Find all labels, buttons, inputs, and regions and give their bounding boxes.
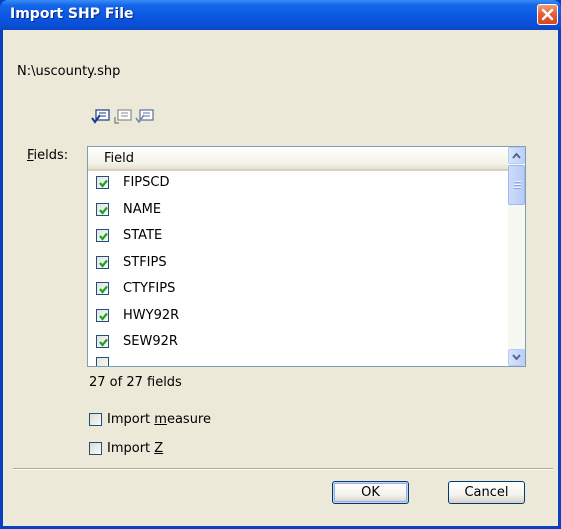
field-name: FIPSCD — [123, 175, 170, 190]
check-icon — [99, 206, 108, 215]
import-shp-dialog: Import SHP File N:\uscounty.shp Fields: … — [0, 0, 561, 529]
separator — [13, 468, 553, 470]
import-z-label: Import Z — [107, 441, 164, 456]
field-name: STFIPS — [123, 254, 167, 270]
list-item[interactable]: STATE — [88, 224, 508, 251]
list-item[interactable]: HWY92R — [88, 304, 508, 331]
list-item-partial[interactable] — [88, 357, 508, 366]
field-name: SEW92R — [123, 334, 178, 349]
toggle-checks-icon[interactable] — [135, 108, 155, 126]
field-name: STATE — [123, 228, 163, 243]
list-item[interactable]: STFIPS — [88, 251, 508, 278]
field-checkbox[interactable] — [96, 229, 109, 242]
list-item[interactable]: NAME — [88, 198, 508, 225]
fields-scrollbar[interactable] — [508, 147, 525, 366]
field-name: HWY92R — [123, 307, 180, 323]
list-item[interactable]: FIPSCD — [88, 171, 508, 198]
scroll-down-button[interactable] — [508, 349, 525, 366]
chevron-down-icon — [512, 354, 521, 361]
field-checkbox[interactable] — [96, 202, 109, 216]
fields-label: Fields: — [27, 148, 69, 163]
list-item[interactable]: CTYFIPS — [88, 277, 508, 304]
field-column-header-label: Field — [104, 151, 135, 166]
field-checkbox[interactable] — [96, 282, 109, 295]
field-column-header[interactable]: Field — [88, 147, 508, 171]
field-count: 27 of 27 fields — [89, 375, 182, 390]
import-measure-checkbox[interactable] — [89, 413, 102, 426]
check-icon — [99, 259, 108, 268]
check-icon — [99, 312, 108, 321]
scroll-thumb[interactable] — [508, 165, 525, 205]
field-checkbox[interactable] — [96, 357, 109, 366]
check-icon — [99, 285, 108, 294]
check-icon — [99, 179, 108, 188]
import-z-checkbox[interactable] — [89, 442, 102, 455]
field-name: CTYFIPS — [123, 281, 176, 296]
chevron-up-icon — [512, 152, 521, 159]
field-checkbox[interactable] — [96, 255, 109, 269]
ok-button[interactable]: OK — [332, 481, 409, 504]
scroll-up-button[interactable] — [508, 147, 525, 164]
dialog-title: Import SHP File — [10, 6, 134, 22]
field-name: NAME — [123, 201, 162, 217]
field-rows: FIPSCD NAME STATE STFIPS CTYFIPS HWY92R SEW92R — [88, 171, 508, 357]
close-button[interactable] — [537, 4, 558, 25]
uncheck-all-icon[interactable] — [113, 108, 133, 126]
check-all-icon[interactable] — [91, 108, 111, 126]
field-checkbox[interactable] — [96, 176, 109, 189]
cancel-button[interactable]: Cancel — [448, 481, 525, 504]
close-icon — [541, 8, 554, 21]
import-measure-label: Import measure — [107, 412, 211, 427]
fields-list[interactable]: Field FIPSCD NAME STATE STFIPS CTYFIPS HWY92R… — [87, 146, 526, 367]
field-checkbox[interactable] — [96, 308, 109, 322]
title-bar[interactable]: Import SHP File — [0, 0, 561, 30]
check-icon — [99, 232, 108, 241]
file-path: N:\uscounty.shp — [17, 64, 121, 79]
check-icon — [99, 338, 108, 347]
list-item[interactable]: SEW92R — [88, 330, 508, 357]
dialog-body: N:\uscounty.shp Fields: Field FIPSCD NAM… — [3, 30, 558, 526]
field-checkbox[interactable] — [96, 335, 109, 348]
